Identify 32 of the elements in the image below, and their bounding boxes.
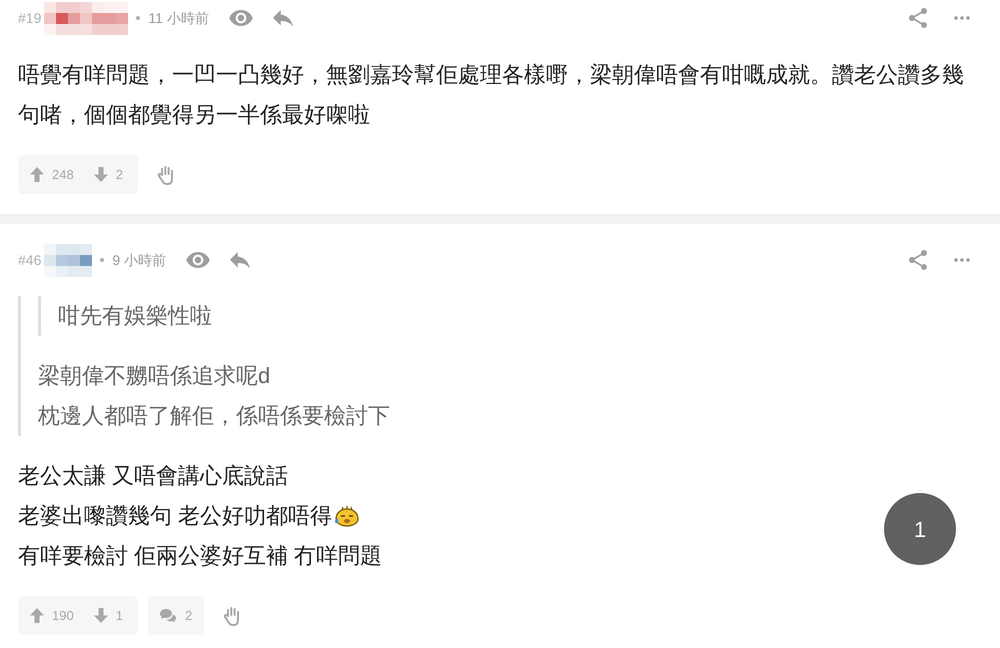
arrow-up-icon <box>30 608 44 623</box>
post-text: 唔覺有咩問題，一凹一凸幾好，無劉嘉玲幫佢處理各樣嘢，梁朝偉唔會有咁嘅成就。讚老公讚多幾句啫，個個都覺得另一半係最好㗎啦 <box>18 61 965 129</box>
hand-icon[interactable] <box>223 606 242 626</box>
page-number-button[interactable]: 1 <box>884 493 956 565</box>
post-text: 老婆出嚟讚幾句 老公好叻都唔得 <box>18 502 332 530</box>
post-number: #19 <box>18 8 42 28</box>
share-icon[interactable] <box>909 8 927 28</box>
downvote-button[interactable]: 1 <box>94 606 123 626</box>
comment-icon <box>160 608 176 622</box>
more-icon[interactable] <box>954 16 970 20</box>
eye-icon[interactable] <box>228 10 253 26</box>
reply-icon[interactable] <box>230 252 250 268</box>
post-text: 有咩要檢討 佢兩公婆好互補 冇咩問題 <box>18 542 382 570</box>
arrow-down-icon <box>94 167 108 182</box>
arrow-up-icon <box>30 167 44 182</box>
more-icon[interactable] <box>954 258 970 262</box>
comment-button[interactable]: 2 <box>148 596 204 635</box>
eye-icon[interactable] <box>186 252 210 268</box>
quote-text: 梁朝偉不嬲唔係追求呢d <box>38 362 272 390</box>
post-number: #46 <box>18 250 42 270</box>
post-text: 老公太謙 又唔會講心底說話 <box>18 462 288 490</box>
downvote-button[interactable]: 2 <box>94 164 123 184</box>
upvote-button[interactable]: 248 <box>30 164 74 184</box>
reply-icon[interactable] <box>272 10 293 26</box>
hand-icon[interactable] <box>157 164 175 184</box>
post-time: 9 小時前 <box>112 250 166 270</box>
quote-text: 枕邊人都唔了解佢，係唔係要檢討下 <box>38 402 391 430</box>
quote-text: 咁先有娛樂性啦 <box>58 302 213 330</box>
share-icon[interactable] <box>909 250 927 270</box>
post-time: 11 小時前 <box>148 8 209 28</box>
arrow-down-icon <box>94 608 108 623</box>
upvote-button[interactable]: 190 <box>30 606 74 626</box>
